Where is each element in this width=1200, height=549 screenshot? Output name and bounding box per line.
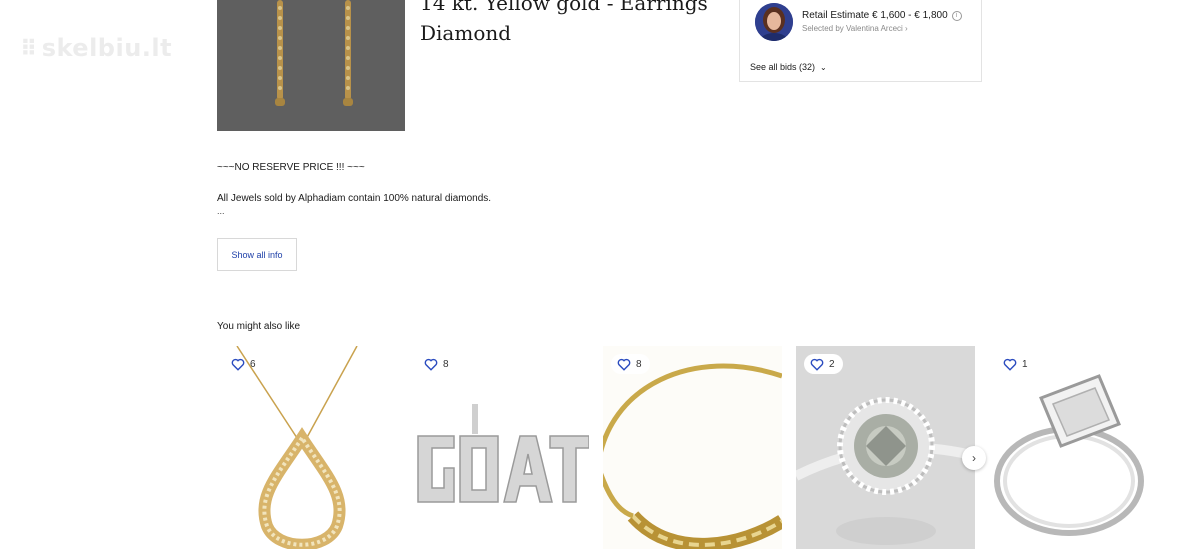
see-all-bids-label: See all bids (32)	[750, 62, 816, 72]
recommendation-card[interactable]: 2	[796, 346, 975, 549]
favorite-button[interactable]: 2	[804, 354, 843, 374]
recommendation-card[interactable]: 8	[603, 346, 782, 549]
favorite-count: 8	[443, 358, 449, 370]
lot-title: 14 kt. Yellow gold - Earrings Diamond	[420, 0, 720, 48]
chevron-down-icon: ⌄	[820, 63, 827, 72]
favorite-button[interactable]: 8	[611, 354, 650, 374]
lot-title-line1: 14 kt. Yellow gold - Earrings	[420, 0, 708, 15]
lot-main-image[interactable]	[217, 0, 405, 131]
selected-by-link[interactable]: Selected by Valentina Arceci ›	[802, 24, 908, 33]
expert-avatar	[755, 3, 793, 41]
description-ellipsis: ...	[217, 206, 225, 216]
retail-estimate: Retail Estimate € 1,600 - € 1,800 i	[802, 10, 962, 21]
necklace-image	[217, 346, 396, 549]
goat-pendant-image	[410, 346, 589, 549]
lot-title-line2: Diamond	[420, 21, 512, 45]
favorite-button[interactable]: 1	[997, 354, 1036, 374]
bezel-ring-image	[989, 346, 1168, 549]
halo-ring-image	[796, 346, 975, 549]
chevron-right-icon: ›	[972, 451, 976, 465]
recommendation-card[interactable]: 1	[989, 346, 1168, 549]
favorite-count: 1	[1022, 358, 1028, 370]
site-watermark: ⠿ skelbiu.lt	[20, 34, 172, 62]
heart-icon	[424, 358, 438, 371]
favorite-count: 8	[636, 358, 642, 370]
bid-card: Retail Estimate € 1,600 - € 1,800 i Selec…	[739, 0, 982, 82]
heart-icon	[810, 358, 824, 371]
bangle-image	[603, 346, 782, 549]
earrings-image	[217, 0, 405, 131]
favorite-count: 2	[829, 358, 835, 370]
recommendation-card[interactable]: 6	[217, 346, 396, 549]
see-all-bids-button[interactable]: See all bids (32) ⌄	[750, 62, 827, 72]
heart-icon	[617, 358, 631, 371]
favorite-count: 6	[250, 358, 256, 370]
favorite-button[interactable]: 6	[225, 354, 264, 374]
description-natural-diamonds: All Jewels sold by Alphadiam contain 100…	[217, 193, 492, 204]
description-no-reserve: ~~~NO RESERVE PRICE !!! ~~~	[217, 162, 365, 173]
retail-estimate-label: Retail Estimate € 1,600 - € 1,800	[802, 10, 948, 21]
watermark-text: skelbiu.lt	[41, 34, 173, 62]
carousel-next-button[interactable]: ›	[962, 446, 986, 470]
watermark-logo-icon: ⠿	[20, 37, 38, 62]
show-all-info-button[interactable]: Show all info	[217, 238, 297, 271]
recommendation-card[interactable]: 8	[410, 346, 589, 549]
info-icon[interactable]: i	[951, 11, 962, 21]
recommendations-heading: You might also like	[217, 321, 301, 332]
heart-icon	[1003, 358, 1017, 371]
heart-icon	[231, 358, 245, 371]
favorite-button[interactable]: 8	[418, 354, 457, 374]
